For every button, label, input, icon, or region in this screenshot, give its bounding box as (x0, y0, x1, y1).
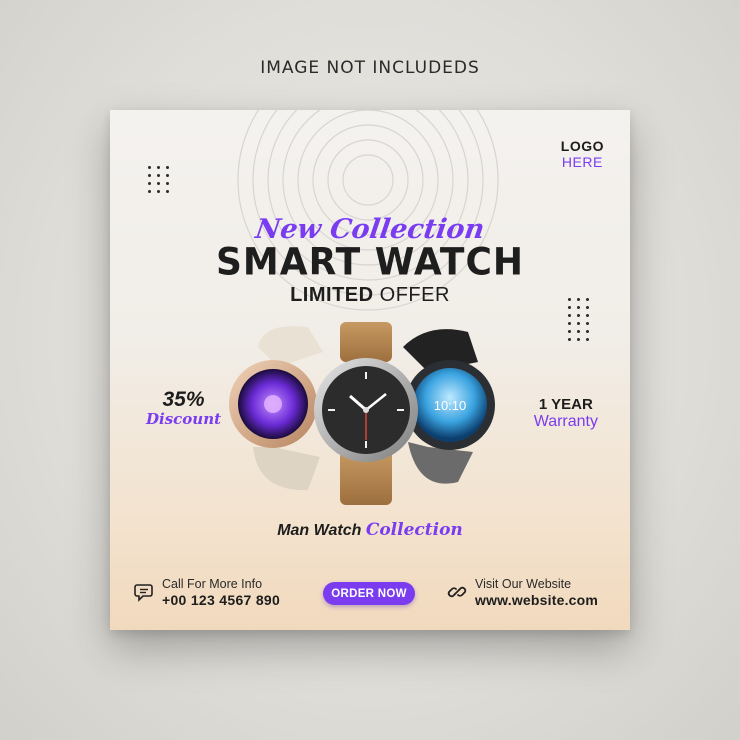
warranty-badge: 1 YEAR Warranty (534, 396, 598, 431)
svg-text:10:10: 10:10 (434, 398, 467, 413)
warranty-label: Warranty (533, 413, 598, 430)
silver-analog-watch (314, 322, 418, 505)
contact-label: Call For More Info (162, 577, 263, 591)
collection-tagline: Man Watch Collection (110, 520, 630, 540)
collection-script: Collection (365, 520, 463, 540)
collection-main: Man Watch (277, 522, 362, 539)
warranty-years: 1 YEAR (538, 396, 593, 413)
dot-grid-left (148, 166, 170, 193)
logo-line2: HERE (561, 154, 603, 170)
website-info: Visit Our Website www.website.com (446, 576, 598, 608)
headline-sub: LIMITED OFFER (110, 284, 630, 307)
logo-line1: LOGO (560, 138, 604, 154)
discount-label: Discount (146, 410, 222, 428)
website-label: Visit Our Website (475, 577, 572, 591)
rose-gold-watch (229, 326, 323, 491)
order-now-button[interactable]: ORDER NOW (323, 582, 415, 605)
chat-phone-icon (134, 584, 153, 602)
logo-placeholder: LOGO HERE (561, 138, 604, 170)
discount-percent: 35% (162, 388, 205, 411)
headline-main: SMART WATCH (215, 240, 525, 285)
headline-sub-bold: LIMITED (290, 284, 374, 306)
discount-badge: 35% Discount (146, 388, 221, 428)
image-not-included-note: IMAGE NOT INCLUDEDS (260, 58, 480, 78)
promo-card: LOGO HERE New Collection SMART WATCH LIM… (110, 110, 630, 630)
contact-phone[interactable]: +00 123 4567 890 (162, 592, 280, 608)
link-icon (447, 586, 467, 598)
headline-sub-rest: OFFER (373, 284, 450, 306)
contact-info: Call For More Info +00 123 4567 890 (134, 576, 280, 608)
website-url[interactable]: www.website.com (475, 592, 598, 608)
watches-product-image: 10:10 (229, 322, 495, 505)
